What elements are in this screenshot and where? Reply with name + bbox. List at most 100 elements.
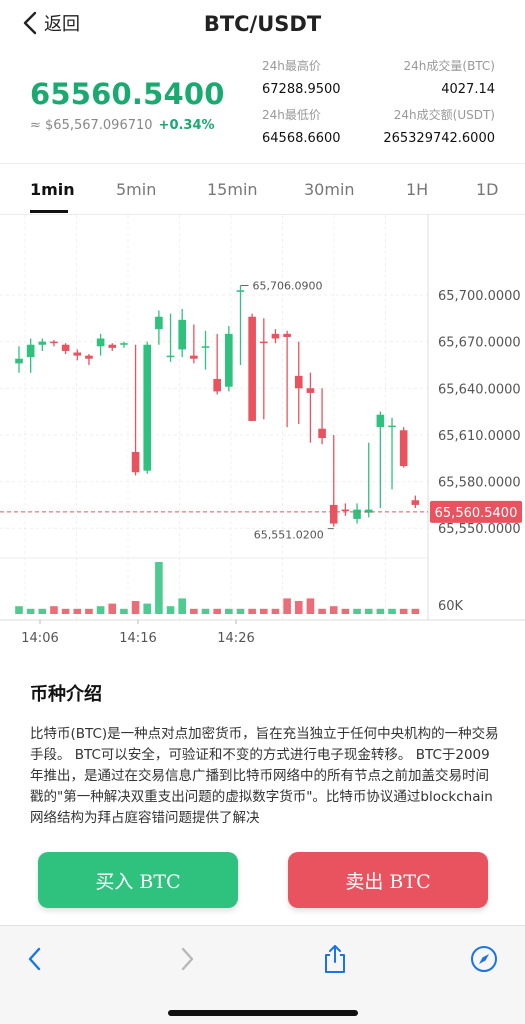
forward-icon[interactable]: [170, 942, 204, 976]
x-tick-label: 14:26: [217, 631, 254, 646]
candle-body: [178, 319, 186, 350]
candle-body: [260, 341, 268, 344]
intro-title: 币种介绍: [30, 684, 102, 705]
candle-body: [341, 509, 350, 512]
volume-bar: [155, 562, 163, 614]
y-tick-label: 65,670.0000: [438, 336, 521, 351]
chart-canvas[interactable]: 65,700.0000 65,670.0000 65,640.0000 65,610.…: [0, 215, 525, 655]
volume-bar: [85, 608, 93, 614]
vol-usdt-label: 24h成交额(USDT): [393, 108, 495, 122]
active-tab-indicator: [30, 210, 68, 213]
last-price: 65560.5400: [30, 77, 225, 111]
y-tick-label: 65,640.0000: [438, 382, 521, 397]
volume-bar: [260, 608, 268, 614]
candle-body: [318, 428, 326, 439]
candle-body: [294, 375, 303, 389]
volume-bar: [318, 608, 326, 614]
candle-body: [155, 316, 163, 330]
volume-bar: [190, 608, 198, 614]
volume-bar: [201, 608, 210, 614]
candle-body: [85, 355, 93, 359]
volume-bar: [329, 606, 338, 614]
tab-30min[interactable]: 30min: [304, 180, 355, 199]
volume-bar: [61, 608, 70, 614]
page-title: BTC/USDT: [203, 12, 322, 36]
back-icon[interactable]: [18, 942, 52, 976]
candle-body: [236, 290, 245, 292]
intro-body: 比特币(BTC)是一种点对点加密货币，旨在充当独立于任何中央机构的一种交易手段。…: [30, 726, 499, 826]
candle-body: [283, 333, 291, 337]
buy-button[interactable]: 买入 BTC: [38, 852, 238, 908]
current-price-label: 65,560.5400: [435, 506, 518, 521]
vol-btc-label: 24h成交量(BTC): [403, 59, 495, 73]
volume-bar: [411, 608, 420, 614]
volume-bar: [143, 603, 152, 614]
low-value: 64568.6600: [262, 131, 341, 146]
candle-body: [96, 338, 105, 347]
volume-bar: [376, 608, 385, 614]
volume-bar: [341, 608, 350, 614]
candle-body: [120, 343, 128, 345]
volume-bar: [26, 608, 35, 614]
x-tick-label: 14:06: [21, 631, 58, 646]
change-percent: +0.34%: [158, 118, 215, 133]
volume-bar: [15, 606, 23, 614]
tab-1h[interactable]: 1H: [406, 180, 428, 199]
compass-icon[interactable]: [467, 942, 501, 976]
y-tick-label: 65,610.0000: [438, 429, 521, 444]
volume-bar: [120, 608, 128, 614]
candle-body: [26, 344, 35, 358]
high-annotation: 65,706.0900: [252, 280, 322, 293]
home-indicator: [168, 1010, 358, 1016]
vol-btc-value: 4027.14: [441, 82, 495, 97]
volume-bar: [178, 598, 186, 614]
volume-bar: [364, 608, 373, 614]
candle-body: [38, 341, 47, 345]
candle-body: [50, 341, 58, 344]
low-label: 24h最低价: [262, 108, 321, 122]
high-label: 24h最高价: [262, 59, 321, 73]
y-tick-label: 65,580.0000: [438, 476, 521, 491]
volume-bar: [271, 608, 280, 614]
candlestick-chart[interactable]: 65,700.0000 65,670.0000 65,640.0000 65,610.…: [0, 215, 525, 655]
candle-body: [108, 344, 117, 348]
vol-usdt-value: 265329742.6000: [383, 131, 495, 146]
candle-body: [15, 358, 23, 364]
candle-body: [143, 344, 152, 471]
tab-1d[interactable]: 1D: [476, 180, 499, 199]
volume-bar: [213, 608, 221, 614]
volume-bar: [38, 608, 47, 614]
ticker-summary: 65560.5400 ≈ $65,567.096710 +0.34% 24h最高价…: [0, 50, 525, 160]
sell-button[interactable]: 卖出 BTC: [288, 852, 488, 908]
share-icon[interactable]: [318, 942, 352, 976]
tab-5min[interactable]: 5min: [116, 180, 156, 199]
high-value: 67288.9500: [262, 82, 341, 97]
candle-body: [306, 388, 315, 393]
candle-body: [213, 378, 221, 392]
volume-bar: [131, 601, 140, 614]
volume-bar: [248, 608, 256, 614]
candle-body: [271, 333, 280, 339]
volume-bar: [306, 598, 315, 614]
volume-tick-label: 60K: [438, 599, 464, 614]
top-nav-bar: 返回 BTC/USDT: [0, 0, 525, 50]
tab-1min[interactable]: 1min: [30, 180, 75, 199]
candle-body: [73, 352, 82, 356]
candle-body: [388, 425, 396, 428]
tab-15min[interactable]: 15min: [207, 180, 258, 199]
volume-bar: [96, 606, 105, 614]
volume-bar: [399, 608, 408, 614]
y-tick-label: 65,700.0000: [438, 289, 521, 304]
x-tick-label: 14:16: [119, 631, 156, 646]
candle-body: [376, 414, 385, 428]
volume-bar: [50, 606, 58, 614]
volume-bar: [225, 608, 233, 614]
candle-body: [131, 452, 140, 473]
volume-bar: [108, 603, 117, 614]
usd-equivalent: ≈ $65,567.096710 +0.34%: [30, 118, 215, 133]
volume-bar: [353, 608, 361, 614]
candle-body: [166, 355, 175, 358]
candle-body: [353, 509, 361, 519]
interval-tabs: 1min 5min 15min 30min 1H 1D: [0, 170, 525, 214]
volume-bar: [73, 608, 82, 614]
